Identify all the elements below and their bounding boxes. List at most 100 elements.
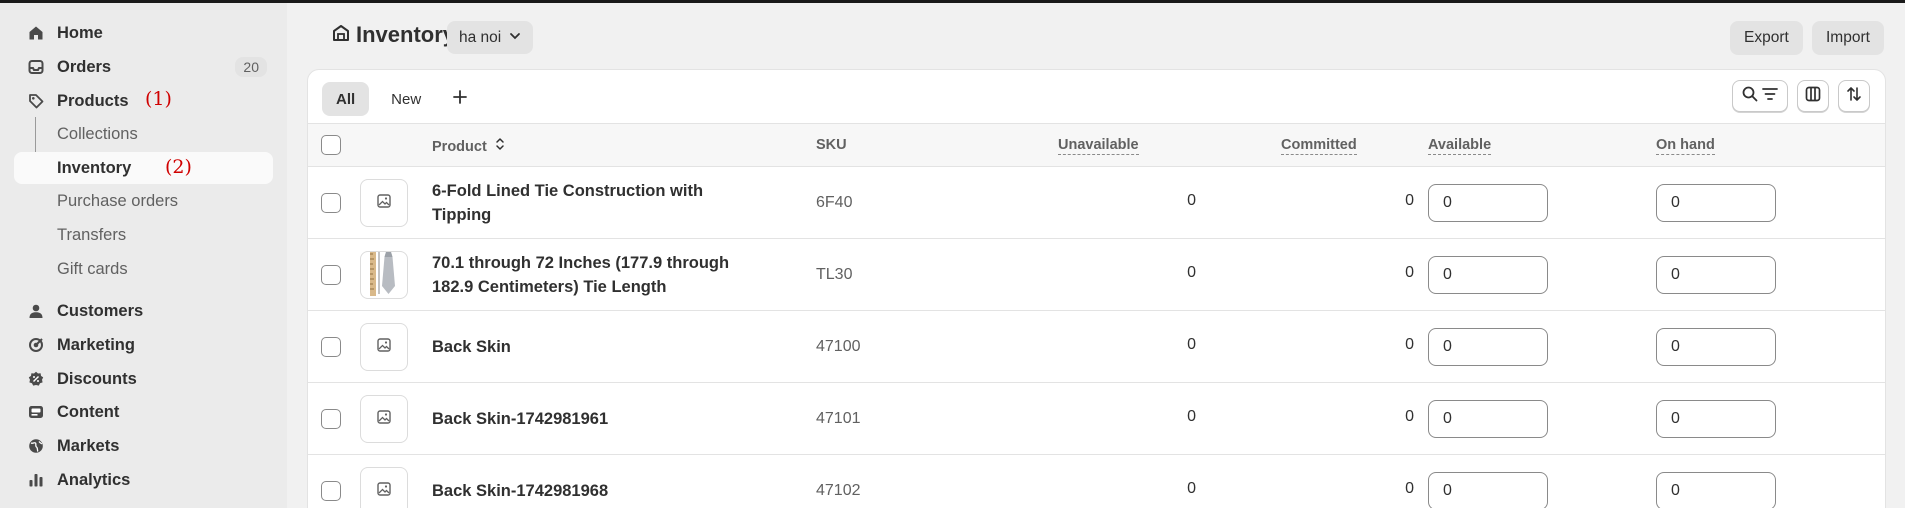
import-button-label: Import	[1826, 29, 1870, 46]
table-row[interactable]: 70.1 through 72 Inches (177.9 through 18…	[308, 239, 1885, 311]
tab-new[interactable]: New	[377, 82, 435, 116]
sidebar-item-marketing[interactable]: Marketing	[14, 329, 273, 361]
row-checkbox[interactable]	[321, 481, 341, 501]
table-row[interactable]: Back Skin 47100 0 0	[308, 311, 1885, 383]
image-placeholder-icon	[376, 409, 392, 430]
column-header-committed[interactable]: Committed	[1281, 137, 1357, 155]
column-header-on-hand[interactable]: On hand	[1656, 137, 1715, 155]
row-checkbox[interactable]	[321, 409, 341, 429]
image-placeholder-icon	[376, 193, 392, 214]
annotation-1: (1)	[145, 88, 172, 110]
sidebar-item-label: Content	[57, 402, 120, 421]
sidebar-item-home[interactable]: Home	[14, 17, 273, 49]
committed-value: 0	[1405, 191, 1414, 209]
sidebar-item-discounts[interactable]: Discounts	[14, 363, 273, 395]
sidebar-item-products[interactable]: Products	[14, 85, 273, 117]
tab-all[interactable]: All	[322, 82, 370, 116]
sort-button[interactable]	[1838, 80, 1870, 112]
row-checkbox[interactable]	[321, 193, 341, 213]
sidebar-item-purchase-orders[interactable]: Purchase orders	[14, 185, 273, 217]
sidebar-item-collections[interactable]: Collections	[14, 118, 273, 150]
column-header-product[interactable]: Product	[432, 137, 505, 155]
table-header: Product SKU Unavailable Committed Availa…	[308, 123, 1885, 167]
committed-value: 0	[1405, 407, 1414, 425]
on-hand-input[interactable]	[1656, 399, 1776, 438]
column-header-available[interactable]: Available	[1428, 137, 1492, 155]
sidebar-item-inventory[interactable]: Inventory	[14, 152, 273, 184]
sku-value: 47100	[816, 337, 861, 355]
available-input[interactable]	[1428, 399, 1548, 438]
home-icon	[26, 23, 46, 43]
product-name[interactable]: 70.1 through 72 Inches (177.9 through 18…	[432, 251, 732, 299]
sidebar-item-label: Analytics	[57, 470, 131, 489]
export-button-label: Export	[1744, 29, 1789, 46]
product-name[interactable]: 6-Fold Lined Tie Construction with Tippi…	[432, 179, 732, 227]
sidebar-item-analytics[interactable]: Analytics	[14, 464, 273, 496]
on-hand-input[interactable]	[1656, 183, 1776, 222]
unavailable-value: 0	[1187, 479, 1196, 497]
sidebar-item-label: Gift cards	[57, 259, 128, 278]
available-input[interactable]	[1428, 183, 1548, 222]
target-icon	[26, 335, 46, 355]
export-button[interactable]: Export	[1730, 21, 1803, 55]
product-name[interactable]: Back Skin-1742981968	[432, 479, 732, 503]
product-thumbnail	[360, 251, 408, 299]
available-input[interactable]	[1428, 471, 1548, 508]
tag-icon	[26, 91, 46, 111]
sidebar-item-gift-cards[interactable]: Gift cards	[14, 253, 273, 285]
annotation-2: (2)	[165, 156, 192, 178]
column-header-unavailable[interactable]: Unavailable	[1058, 137, 1139, 155]
select-all-checkbox[interactable]	[321, 135, 341, 155]
warehouse-icon	[332, 24, 350, 47]
sidebar-item-label: Home	[57, 23, 103, 42]
row-checkbox[interactable]	[321, 337, 341, 357]
sidebar-item-content[interactable]: Content	[14, 396, 273, 428]
committed-value: 0	[1405, 335, 1414, 353]
column-header-label: Product	[432, 139, 487, 155]
committed-value: 0	[1405, 479, 1414, 497]
product-thumbnail	[360, 395, 408, 443]
person-icon	[26, 301, 46, 321]
sidebar-item-label: Discounts	[57, 369, 137, 388]
page-header: Inventory ha noi Export Import	[287, 3, 1905, 69]
search-filter-button[interactable]	[1732, 80, 1788, 112]
inventory-card: All New Product SKU Unavailable Committe…	[307, 69, 1886, 508]
available-input[interactable]	[1428, 255, 1548, 294]
available-input[interactable]	[1428, 327, 1548, 366]
image-placeholder-icon	[376, 481, 392, 502]
add-view-button[interactable]	[443, 82, 477, 116]
image-placeholder-icon	[376, 337, 392, 358]
row-checkbox[interactable]	[321, 265, 341, 285]
sku-value: 6F40	[816, 193, 853, 211]
view-tabs: All New	[322, 82, 477, 116]
sidebar-item-label: Transfers	[57, 225, 127, 244]
product-name[interactable]: Back Skin	[432, 335, 732, 359]
on-hand-input[interactable]	[1656, 327, 1776, 366]
product-name[interactable]: Back Skin-1742981961	[432, 407, 732, 431]
table-row[interactable]: Back Skin-1742981961 47101 0 0	[308, 383, 1885, 455]
sidebar-item-label: Inventory	[57, 158, 132, 177]
on-hand-input[interactable]	[1656, 255, 1776, 294]
page-title-text: Inventory	[356, 22, 456, 47]
discount-icon	[26, 369, 46, 389]
sidebar-item-markets[interactable]: Markets	[14, 430, 273, 462]
tie-ruler-image-icon	[364, 252, 404, 298]
columns-icon	[1805, 86, 1821, 107]
page-title: Inventory	[332, 22, 455, 48]
table-row[interactable]: Back Skin-1742981968 47102 0 0	[308, 455, 1885, 508]
bar-chart-icon	[26, 470, 46, 490]
import-button[interactable]: Import	[1812, 21, 1884, 55]
sidebar-item-customers[interactable]: Customers	[14, 295, 273, 327]
sort-icon	[1846, 86, 1862, 107]
sidebar-item-label: Customers	[57, 301, 144, 320]
on-hand-input[interactable]	[1656, 471, 1776, 508]
sidebar-item-label: Marketing	[57, 335, 135, 354]
product-thumbnail	[360, 323, 408, 371]
sidebar-item-transfers[interactable]: Transfers	[14, 219, 273, 251]
location-selector[interactable]: ha noi	[447, 21, 534, 54]
table-row[interactable]: 6-Fold Lined Tie Construction with Tippi…	[308, 167, 1885, 239]
sidebar-item-label: Markets	[57, 436, 120, 455]
sidebar-item-orders[interactable]: Orders 20	[14, 51, 273, 83]
sidebar: Home Orders 20 Products (1) Collections …	[0, 3, 287, 508]
columns-button[interactable]	[1797, 80, 1829, 112]
